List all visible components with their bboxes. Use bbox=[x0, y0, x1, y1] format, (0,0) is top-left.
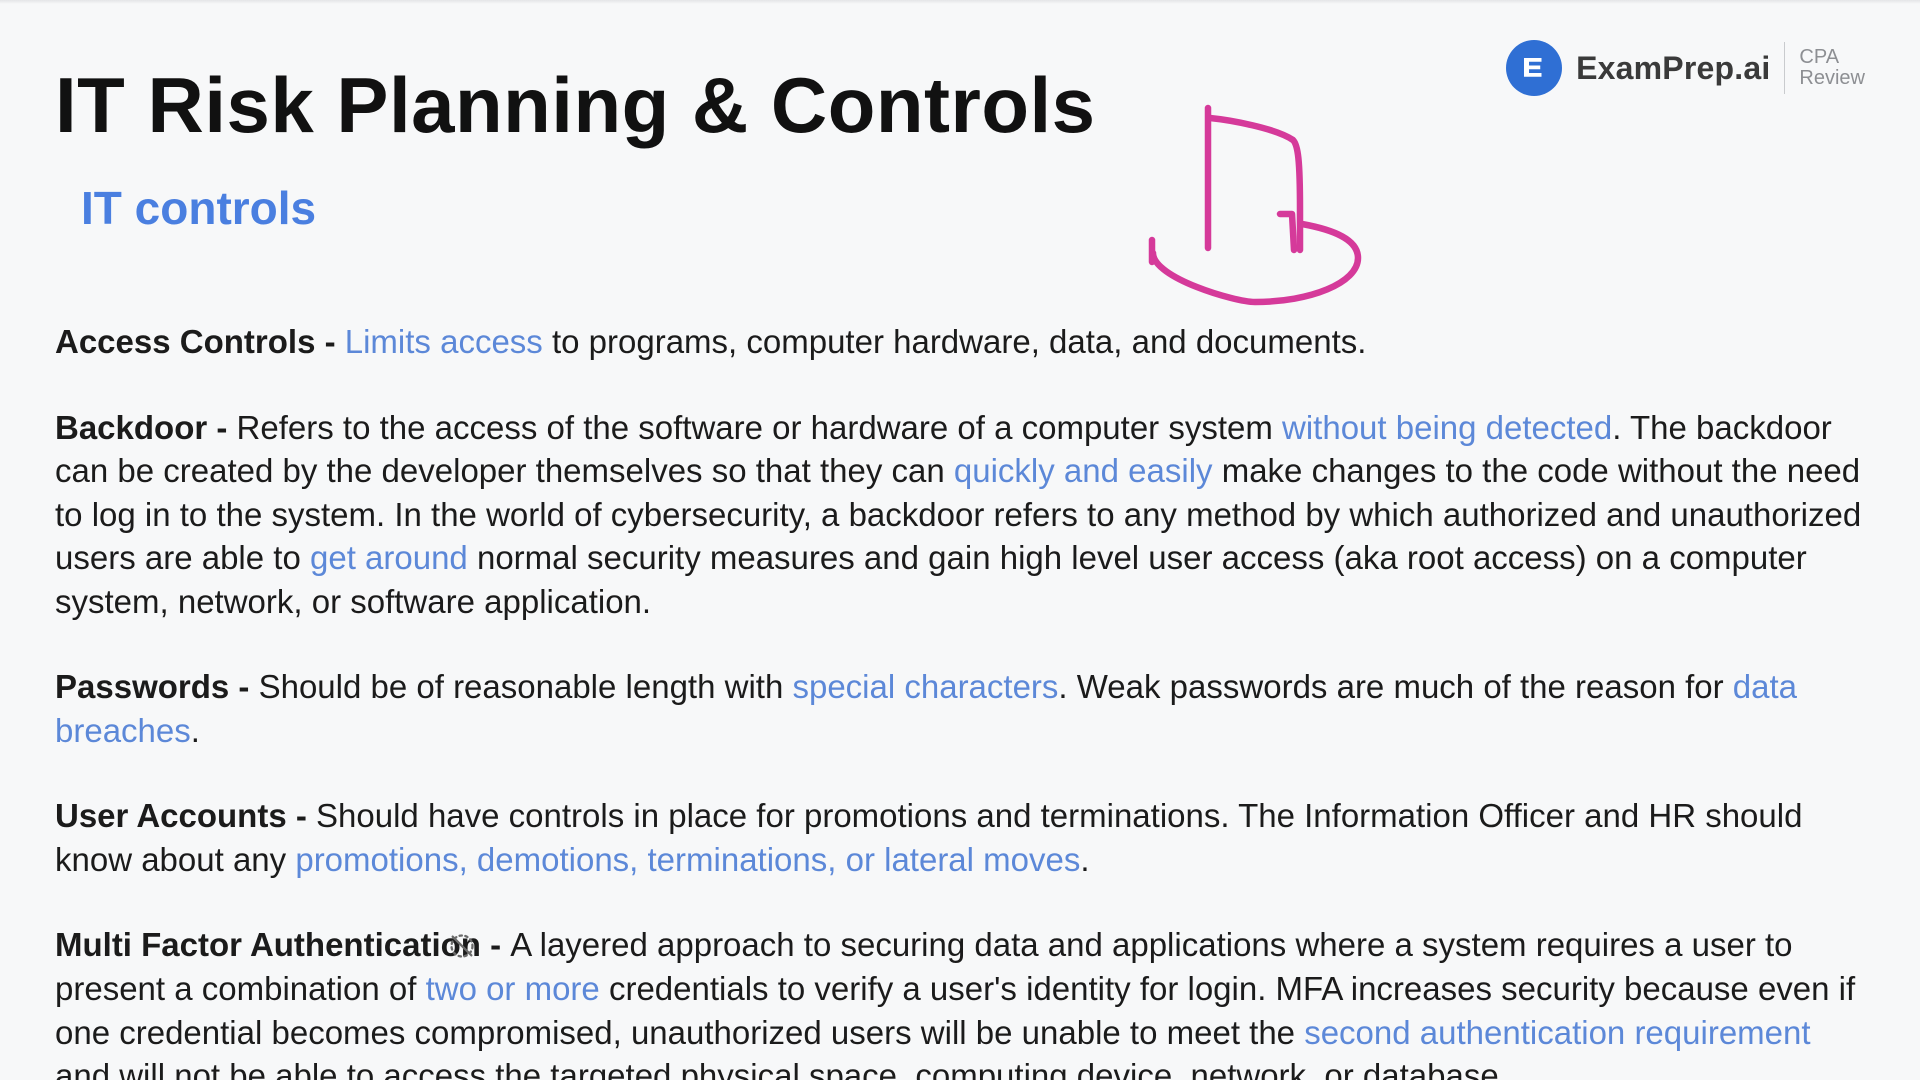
brand-subtitle: CPA Review bbox=[1799, 47, 1865, 89]
section-access-controls: Access Controls - Limits access to progr… bbox=[55, 320, 1865, 364]
brand-name: ExamPrep.ai bbox=[1576, 50, 1770, 87]
highlight-second-auth-req: second authentication requirement bbox=[1304, 1014, 1810, 1051]
brand-logo-block: ExamPrep.ai CPA Review bbox=[1506, 40, 1865, 96]
highlight-two-or-more: two or more bbox=[426, 970, 600, 1007]
brand-sub-line2: Review bbox=[1799, 68, 1865, 89]
page-subtitle: IT controls bbox=[81, 181, 1865, 235]
brand-sub-line1: CPA bbox=[1799, 47, 1865, 68]
text: . bbox=[1080, 841, 1089, 878]
highlight-get-around: get around bbox=[310, 539, 468, 576]
highlight-special-characters: special characters bbox=[792, 668, 1058, 705]
term-user-accounts: User Accounts - bbox=[55, 797, 316, 834]
highlight-without-detected: without being detected bbox=[1282, 409, 1612, 446]
text: . bbox=[191, 712, 200, 749]
text: and will not be able to access the targe… bbox=[55, 1057, 1508, 1080]
highlight-limits-access: Limits access bbox=[345, 323, 543, 360]
term-access-controls: Access Controls - bbox=[55, 323, 345, 360]
highlight-promotions-moves: promotions, demotions, terminations, or … bbox=[295, 841, 1080, 878]
section-backdoor: Backdoor - Refers to the access of the s… bbox=[55, 406, 1865, 624]
content-body: Access Controls - Limits access to progr… bbox=[55, 320, 1865, 1080]
brand-logo-icon bbox=[1506, 40, 1562, 96]
text: Should be of reasonable length with bbox=[259, 668, 793, 705]
term-mfa: Multi Factor Authentication - bbox=[55, 926, 510, 963]
section-user-accounts: User Accounts - Should have controls in … bbox=[55, 794, 1865, 881]
text: to programs, computer hardware, data, an… bbox=[543, 323, 1367, 360]
section-passwords: Passwords - Should be of reasonable leng… bbox=[55, 665, 1865, 752]
highlight-quickly-easily: quickly and easily bbox=[954, 452, 1213, 489]
text: Refers to the access of the software or … bbox=[237, 409, 1282, 446]
section-mfa: Multi Factor Authentication - A layered … bbox=[55, 923, 1865, 1080]
term-backdoor: Backdoor - bbox=[55, 409, 237, 446]
brand-divider bbox=[1784, 42, 1785, 94]
text: . Weak passwords are much of the reason … bbox=[1058, 668, 1732, 705]
term-passwords: Passwords - bbox=[55, 668, 259, 705]
slide-page: ExamPrep.ai CPA Review IT Risk Planning … bbox=[0, 0, 1920, 1080]
